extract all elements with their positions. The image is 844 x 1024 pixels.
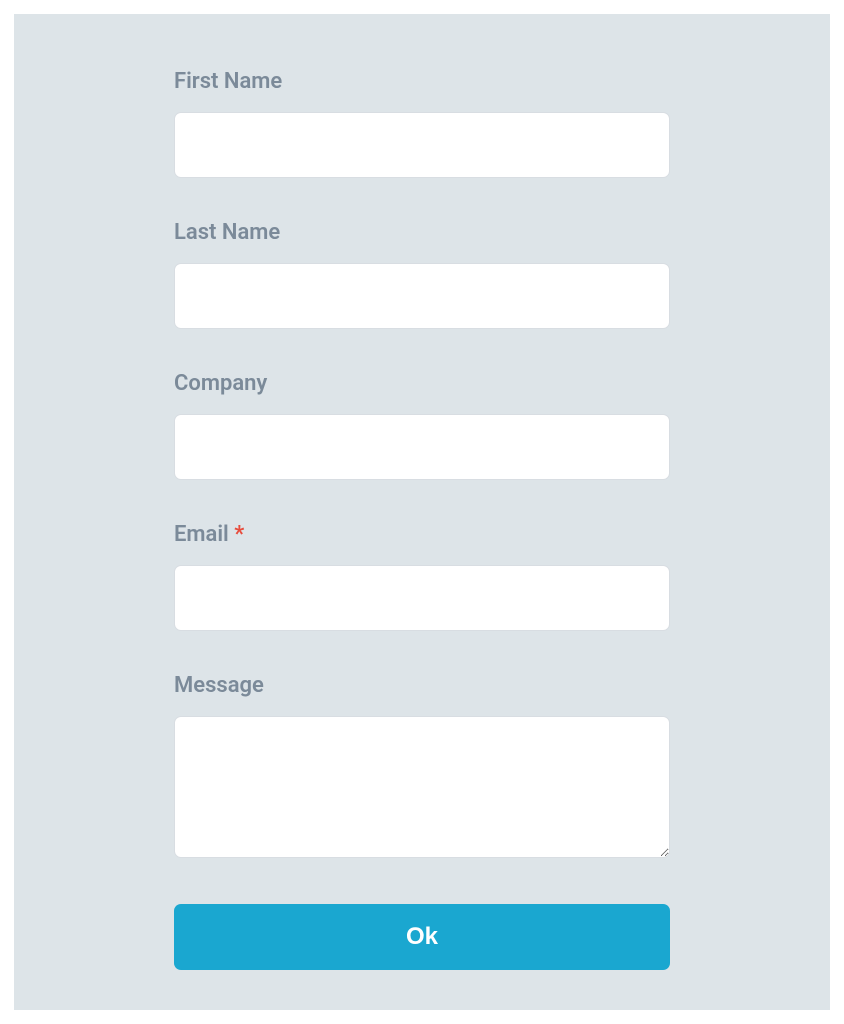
- email-label: Email *: [174, 522, 670, 547]
- company-input[interactable]: [174, 414, 670, 480]
- message-group: Message: [174, 673, 670, 862]
- last-name-input[interactable]: [174, 263, 670, 329]
- contact-form-container: First Name Last Name Company Email * Mes…: [14, 14, 830, 1010]
- submit-button[interactable]: Ok: [174, 904, 670, 970]
- first-name-label: First Name: [174, 69, 670, 94]
- message-label: Message: [174, 673, 670, 698]
- first-name-group: First Name: [174, 69, 670, 178]
- company-group: Company: [174, 371, 670, 480]
- first-name-input[interactable]: [174, 112, 670, 178]
- email-label-text: Email: [174, 522, 229, 547]
- required-asterisk-icon: *: [234, 522, 244, 547]
- company-label: Company: [174, 371, 670, 396]
- last-name-group: Last Name: [174, 220, 670, 329]
- message-textarea[interactable]: [174, 716, 670, 858]
- email-input[interactable]: [174, 565, 670, 631]
- last-name-label: Last Name: [174, 220, 670, 245]
- email-group: Email *: [174, 522, 670, 631]
